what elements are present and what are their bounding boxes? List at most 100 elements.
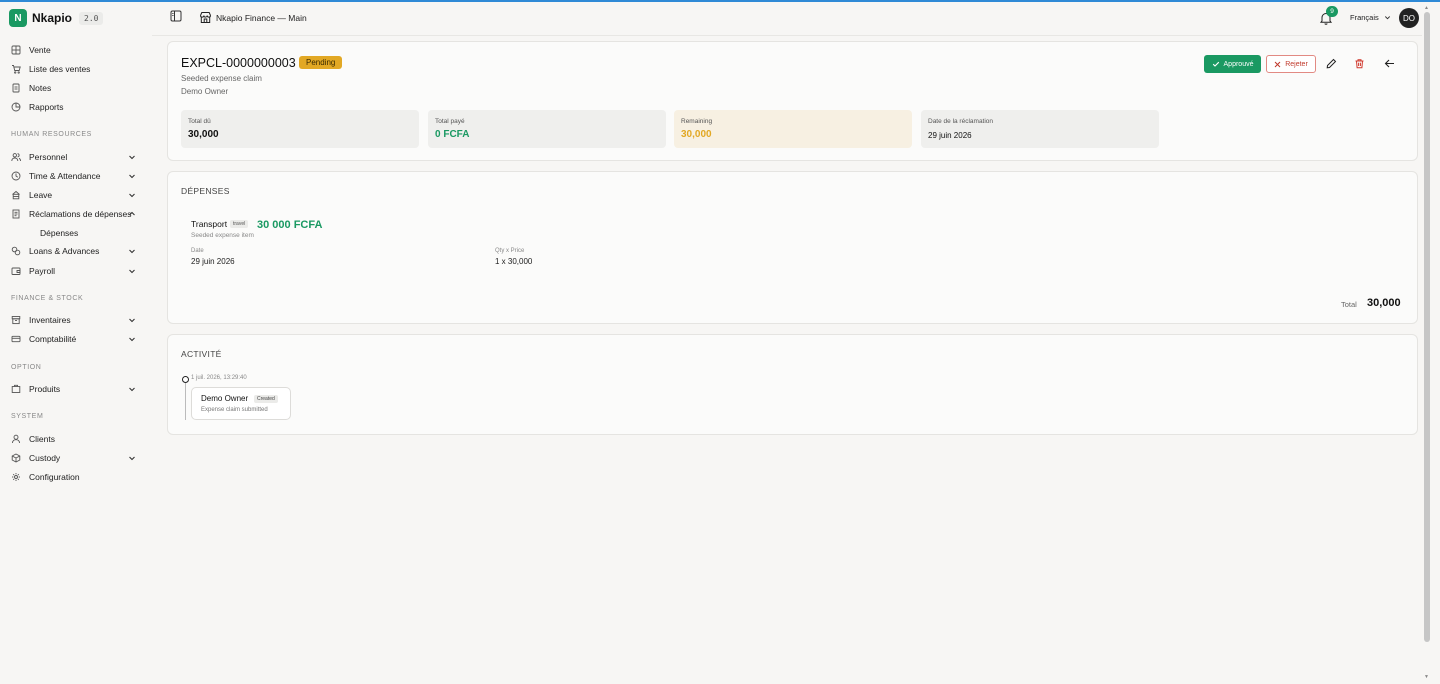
sidebar-item-comptabilite[interactable]: Comptabilité (11, 331, 139, 347)
approve-label: Approuvé (1223, 60, 1254, 68)
sidebar-item-inventaires[interactable]: Inventaires (11, 312, 139, 328)
cart-icon (11, 64, 21, 74)
cube-icon (11, 453, 21, 463)
sidebar-toggle-icon[interactable] (170, 10, 182, 22)
activity-tag: Created (254, 395, 278, 403)
claim-code: EXPCL-0000000003 (181, 56, 296, 70)
sidebar: N Nkapio 2.0 Vente Liste des ventes Note… (0, 2, 152, 684)
sidebar-item-label: Vente (29, 45, 51, 55)
sidebar-item-label: Comptabilité (29, 334, 77, 344)
expenses-total-value: 30,000 (1367, 297, 1401, 309)
sidebar-item-clients[interactable]: Clients (11, 431, 139, 447)
coins-icon (11, 246, 21, 256)
timeline-line (185, 383, 186, 420)
chevron-down-icon (129, 193, 135, 198)
stat-value: 0 FCFA (435, 129, 470, 140)
reject-button[interactable]: Rejeter (1266, 55, 1316, 73)
timeline-dot (182, 376, 189, 383)
sidebar-item-custody[interactable]: Custody (11, 450, 139, 466)
sidebar-item-label: Notes (29, 83, 52, 93)
stat-label: Date de la réclamation (928, 118, 994, 125)
expense-item-amount: 30 000 FCFA (257, 219, 323, 231)
check-icon (1212, 61, 1219, 67)
expense-item-description: Seeded expense item (191, 232, 254, 239)
ledger-icon (11, 334, 21, 344)
chevron-down-icon (129, 456, 135, 461)
trash-icon[interactable] (1354, 58, 1365, 69)
stat-total-paid: Total payé 0 FCFA (428, 110, 666, 148)
gear-icon (11, 472, 21, 482)
receipt-icon (11, 209, 21, 219)
activity-card: ACTIVITÉ 1 juil. 2026, 13:29:40 Demo Own… (167, 334, 1418, 435)
sidebar-item-label: Rapports (29, 102, 64, 112)
scroll-thumb[interactable] (1424, 12, 1430, 642)
sidebar-item-notes[interactable]: Notes (11, 80, 139, 96)
sidebar-item-label: Clients (29, 434, 55, 444)
chevron-down-icon (129, 249, 135, 254)
sidebar-item-produits[interactable]: Produits (11, 381, 139, 397)
sidebar-item-label: Inventaires (29, 315, 71, 325)
sidebar-item-label: Configuration (29, 472, 80, 482)
chevron-down-icon (1384, 16, 1390, 20)
sidebar-item-vente[interactable]: Vente (11, 42, 139, 58)
chart-icon (11, 102, 21, 112)
grid-icon (11, 45, 21, 55)
chevron-down-icon (129, 387, 135, 392)
stat-value: 29 juin 2026 (928, 131, 972, 140)
users-icon (11, 152, 21, 162)
sidebar-subitem-depenses[interactable]: Dépenses (40, 228, 78, 238)
package-icon (11, 384, 21, 394)
sidebar-item-label: Réclamations de dépenses (29, 209, 132, 219)
notification-badge: 9 (1326, 6, 1338, 17)
scrollbar[interactable]: ▲ ▼ (1422, 2, 1432, 684)
store-title[interactable]: Nkapio Finance — Main (216, 13, 307, 23)
sidebar-item-liste-ventes[interactable]: Liste des ventes (11, 61, 139, 77)
stat-remaining: Remaining 30,000 (674, 110, 912, 148)
claim-summary-card: EXPCL-0000000003 Pending Seeded expense … (167, 41, 1418, 161)
expenses-card: DÉPENSES Transport travel 30 000 FCFA Se… (167, 171, 1418, 324)
language-label: Français (1350, 13, 1379, 22)
sidebar-item-configuration[interactable]: Configuration (11, 469, 139, 485)
sidebar-item-leave[interactable]: Leave (11, 187, 139, 203)
sidebar-item-personnel[interactable]: Personnel (11, 149, 139, 165)
expense-date-label: Date (191, 248, 204, 254)
stat-total-due: Total dû 30,000 (181, 110, 419, 148)
back-arrow-icon[interactable] (1384, 58, 1395, 69)
calendar-icon (11, 190, 21, 200)
activity-timestamp: 1 juil. 2026, 13:29:40 (191, 375, 247, 381)
user-icon (11, 434, 21, 444)
language-select[interactable]: Français (1350, 13, 1391, 22)
chevron-up-icon (129, 211, 135, 216)
close-icon (1274, 61, 1281, 67)
chevron-down-icon (129, 337, 135, 342)
sidebar-item-label: Payroll (29, 266, 55, 276)
section-label-finance: FINANCE & STOCK (11, 295, 84, 302)
sidebar-item-reclamations[interactable]: Réclamations de dépenses (11, 206, 139, 222)
scroll-down-arrow[interactable]: ▼ (1424, 674, 1429, 680)
sidebar-item-rapports[interactable]: Rapports (11, 99, 139, 115)
sidebar-item-label: Personnel (29, 152, 68, 162)
sidebar-item-label: Liste des ventes (29, 64, 91, 74)
stat-value: 30,000 (681, 129, 712, 140)
scroll-up-arrow[interactable]: ▲ (1424, 5, 1429, 11)
stat-value: 30,000 (188, 129, 219, 140)
expenses-total-label: Total (1341, 300, 1357, 309)
stat-claim-date: Date de la réclamation 29 juin 2026 (921, 110, 1159, 148)
activity-entry: Demo Owner Created Expense claim submitt… (191, 387, 291, 420)
sidebar-item-loans[interactable]: Loans & Advances (11, 243, 139, 259)
box-icon (11, 315, 21, 325)
expense-qty-label: Qty x Price (495, 248, 525, 254)
sidebar-item-time-attendance[interactable]: Time & Attendance (11, 168, 139, 184)
approve-button[interactable]: Approuvé (1204, 55, 1261, 73)
brand[interactable]: N Nkapio 2.0 (9, 9, 104, 27)
sidebar-item-label: Loans & Advances (29, 246, 100, 256)
edit-icon[interactable] (1326, 58, 1337, 69)
avatar[interactable]: DO (1399, 8, 1419, 28)
sidebar-item-payroll[interactable]: Payroll (11, 263, 139, 279)
activity-message: Expense claim submitted (201, 407, 268, 413)
expense-item-tag: travel (230, 220, 249, 228)
status-badge: Pending (299, 56, 343, 69)
chevron-down-icon (129, 318, 135, 323)
sidebar-item-label: Custody (29, 453, 61, 463)
reject-label: Rejeter (1285, 60, 1308, 68)
